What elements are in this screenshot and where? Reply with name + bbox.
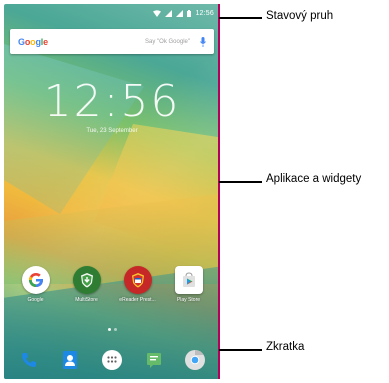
app-label: Google [27,297,44,303]
dock [4,340,220,379]
phone-icon[interactable] [16,347,42,373]
google-logo: Google [18,36,48,47]
messages-icon[interactable] [141,347,167,373]
app-google[interactable]: Google [14,266,58,303]
callout-line-status-bar [219,17,262,19]
app-multistore[interactable]: MultiStore [65,266,109,303]
callout-line-apps-widgets [219,181,262,183]
callout-line-shortcut [219,349,262,351]
callout-shortcut: Zkratka [266,341,305,353]
clock-widget-date: Tue, 23 September [86,128,138,134]
app-drawer-icon[interactable] [99,347,125,373]
status-bar: 12:56 [4,4,220,22]
google-search-bar[interactable]: Google Say "Ok Google" [10,29,214,54]
status-time: 12:56 [195,9,214,17]
multistore-icon [72,266,101,294]
app-label: eReader Prest... [119,297,156,303]
callout-status-bar: Stavový pruh [266,10,334,22]
wifi-icon [153,9,162,17]
ereader-icon [123,266,152,294]
signal-icon [165,9,173,17]
page-dot-active [107,328,111,331]
callout-apps-widgets: Aplikace a widgety [266,173,362,185]
app-label: Play Store [176,297,201,303]
contacts-icon[interactable] [57,347,83,373]
page-indicator [4,328,220,331]
phone-screen: 12:56 Google Say "Ok Google" 12:56 Tue, … [4,4,220,379]
chrome-icon[interactable] [182,347,208,373]
play-store-icon [174,266,203,294]
app-play-store[interactable]: Play Store [167,266,211,303]
google-icon [21,266,50,294]
app-ereader[interactable]: eReader Prest... [116,266,160,303]
clock-widget-time[interactable]: 12:56 [4,76,220,127]
callout-bracket [218,4,220,379]
battery-icon [187,9,192,17]
mic-icon[interactable] [200,36,206,47]
home-apps-row: Google MultiStore eReader Prest... Play … [4,266,220,303]
page-dot [113,328,117,331]
search-hint: Say "Ok Google" [145,38,190,45]
signal-icon [176,9,184,17]
app-label: MultiStore [75,297,98,303]
